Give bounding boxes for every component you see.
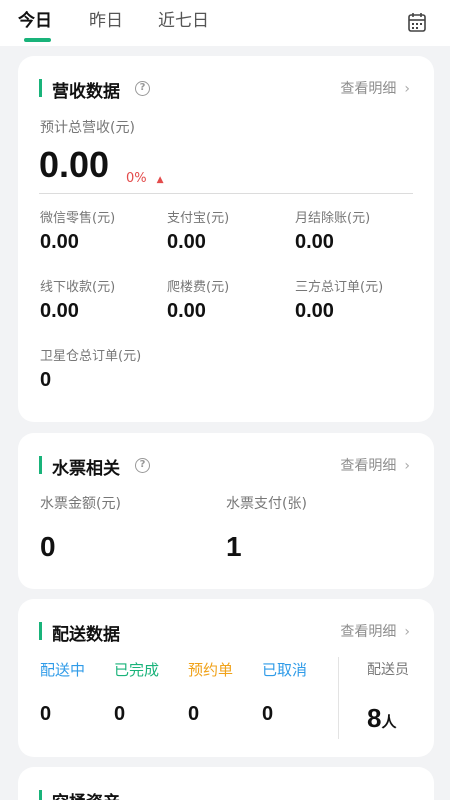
delivery-title: 配送数据 [52,625,120,645]
up-arrow-icon: ▲ [156,175,164,185]
monthly-settlement-value: 0.00 [295,231,334,253]
satellite-orders-value: 0 [40,369,52,391]
water-ticket-title: 水票相关 [52,459,120,479]
status-completed-label[interactable]: 已完成 [114,659,159,680]
water-ticket-payment-label: 水票支付(张) [226,496,307,512]
status-delivering-label[interactable]: 配送中 [40,659,85,680]
top-tab-bar: 今日 昨日 近七日 [0,0,450,46]
tab-active-indicator [24,38,51,42]
total-revenue-label: 预计总营收(元) [40,120,135,136]
wechat-retail-value: 0.00 [40,231,79,253]
monthly-settlement-label: 月结除账(元) [295,211,371,226]
offline-payment-value: 0.00 [40,300,79,322]
tab-yesterday[interactable]: 昨日 [89,6,123,31]
card-title-accent [39,456,42,474]
offline-payment-label: 线下收款(元) [40,280,116,295]
card-title-accent [39,622,42,640]
status-completed-value: 0 [114,703,126,725]
status-cancelled-value: 0 [262,703,274,725]
status-reserved-label[interactable]: 预约单 [188,659,233,680]
satellite-orders-label: 卫星仓总订单(元) [40,349,142,364]
chevron-right-icon: › [404,458,410,474]
third-party-orders-label: 三方总订单(元) [295,280,384,295]
stair-fee-label: 爬楼费(元) [167,280,230,295]
delivery-detail-link[interactable]: 查看明细 › [340,621,410,641]
courier-count-value: 8 [367,703,382,733]
wechat-retail-label: 微信零售(元) [40,211,116,226]
tab-last-seven-days[interactable]: 近七日 [158,6,209,31]
status-delivering-value: 0 [40,703,52,725]
calendar-icon[interactable] [408,12,426,32]
tab-today[interactable]: 今日 [18,6,52,31]
chevron-right-icon: › [404,624,410,640]
detail-label: 查看明细 [340,81,397,97]
delivery-card: 配送数据 查看明细 › 配送中 0 已完成 0 预约单 0 已取消 0 配送员 8… [18,599,434,757]
revenue-card: 营收数据 ? 查看明细 › 预计总营收(元) 0.00 0% ▲ 微信零售(元) 0… [18,56,434,422]
alipay-label: 支付宝(元) [167,211,230,226]
water-detail-link[interactable]: 查看明细 › [340,455,410,475]
total-revenue-value: 0.00 [39,144,110,185]
help-icon[interactable]: ? [135,458,150,473]
courier-count: 8人 [367,703,396,734]
water-ticket-amount-value: 0 [40,531,56,562]
third-party-orders-value: 0.00 [295,300,334,322]
card-title-accent [39,79,42,97]
status-cancelled-label[interactable]: 已取消 [262,659,307,680]
water-ticket-payment-value: 1 [226,531,242,562]
vertical-divider [338,657,339,739]
water-ticket-card: 水票相关 ? 查看明细 › 水票金额(元) 0 水票支付(张) 1 [18,433,434,589]
courier-label: 配送员 [367,662,409,678]
courier-count-unit: 人 [381,713,397,731]
help-icon[interactable]: ? [135,81,150,96]
revenue-title: 营收数据 [52,82,120,102]
detail-label: 查看明细 [340,624,397,640]
revenue-detail-link[interactable]: 查看明细 › [340,78,410,98]
alipay-value: 0.00 [167,231,206,253]
status-reserved-value: 0 [188,703,200,725]
revenue-change-value: 0% [126,171,147,186]
water-ticket-amount-label: 水票金额(元) [40,496,121,512]
assets-card: 空桶资产 [18,767,434,800]
chevron-right-icon: › [404,81,410,97]
card-title-accent [39,790,42,800]
divider [39,193,413,194]
assets-title: 空桶资产 [52,788,120,800]
revenue-change: 0% ▲ [126,171,164,186]
detail-label: 查看明细 [340,458,397,474]
stair-fee-value: 0.00 [167,300,206,322]
